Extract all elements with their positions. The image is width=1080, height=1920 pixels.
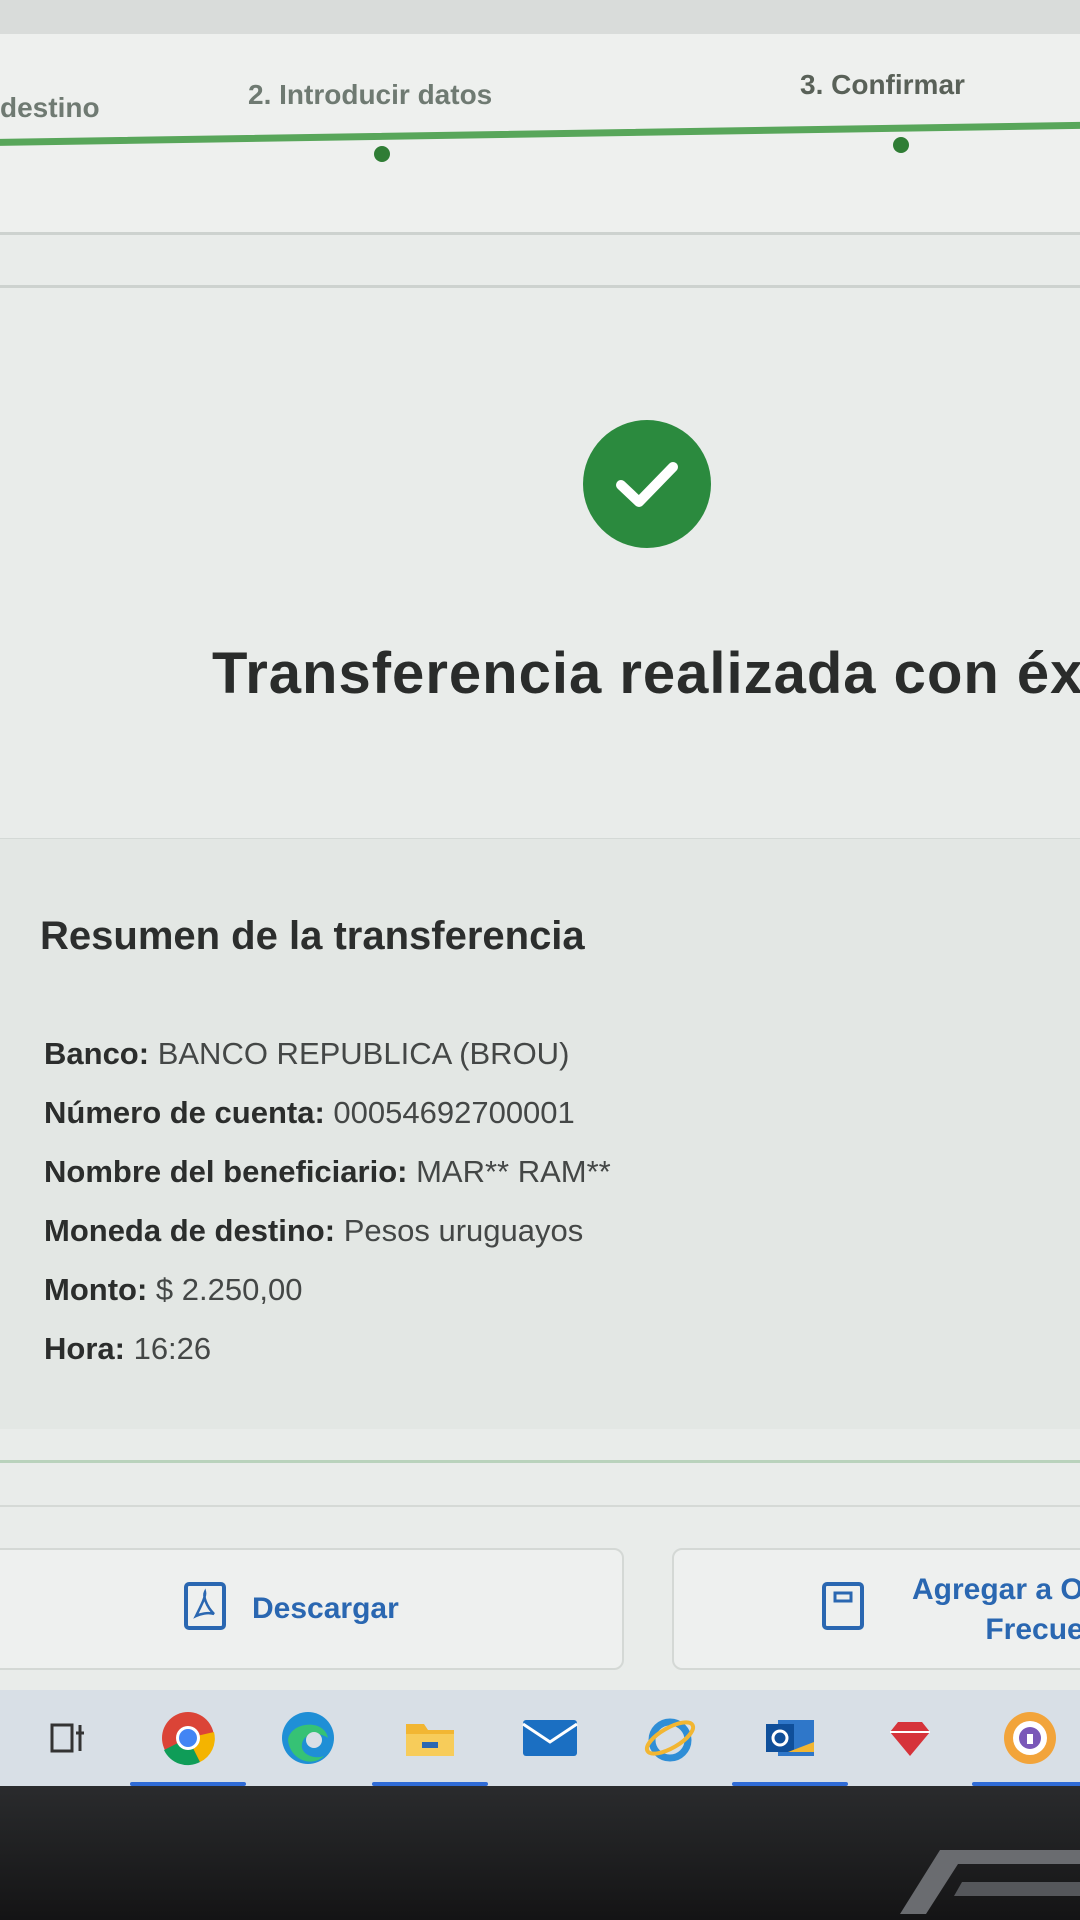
- step-2-dot: [374, 146, 390, 162]
- browser-viewport: destino 2. Introducir datos 3. Confirmar…: [0, 0, 1080, 1690]
- summary-value: MAR** RAM**: [416, 1154, 611, 1189]
- top-strip: [0, 0, 1080, 34]
- summary-title: Resumen de la transferencia: [40, 914, 585, 958]
- file-explorer-icon[interactable]: [372, 1708, 488, 1786]
- divider: [0, 1505, 1080, 1507]
- brand-logo: [900, 1850, 1080, 1914]
- pdf-download-icon: [184, 1582, 226, 1630]
- summary-value: 16:26: [133, 1331, 212, 1366]
- divider: [0, 1460, 1080, 1463]
- summary-row-account-number: Número de cuenta: 00054692700001: [44, 1083, 611, 1142]
- summary-key: Monto:: [44, 1272, 148, 1307]
- stepper-progress-track: [0, 121, 1080, 146]
- task-view-icon[interactable]: [42, 1708, 102, 1768]
- summary-row-currency: Moneda de destino: Pesos uruguayos: [44, 1201, 611, 1260]
- internet-explorer-icon[interactable]: [640, 1708, 700, 1768]
- download-button[interactable]: Descargar: [0, 1548, 624, 1670]
- summary-value: Pesos uruguayos: [343, 1213, 584, 1248]
- summary-key: Nombre del beneficiario:: [44, 1154, 408, 1189]
- step-3-dot: [893, 137, 909, 153]
- step-3-label: 3. Confirmar: [800, 69, 965, 100]
- summary-value: $ 2.250,00: [155, 1272, 303, 1307]
- mail-icon[interactable]: [520, 1708, 580, 1768]
- add-to-frequent-button[interactable]: Agregar a O Frecue: [672, 1548, 1080, 1670]
- add-to-frequent-label: Agregar a O Frecue: [912, 1570, 1080, 1650]
- gem-icon[interactable]: [880, 1708, 940, 1768]
- chrome-icon[interactable]: [130, 1708, 246, 1786]
- step-1-label: destino: [0, 92, 100, 123]
- add-to-frequent-label-line1: Agregar a O: [912, 1573, 1080, 1606]
- success-title: Transferencia realizada con éxito: [212, 641, 1080, 706]
- transfer-summary-card: Resumen de la transferencia Banco: BANCO…: [0, 838, 1080, 1429]
- summary-row-amount: Monto: $ 2.250,00: [44, 1260, 611, 1319]
- summary-list: Banco: BANCO REPUBLICA (BROU) Número de …: [44, 1024, 611, 1378]
- summary-key: Banco:: [44, 1036, 150, 1071]
- summary-row-beneficiary: Nombre del beneficiario: MAR** RAM**: [44, 1142, 611, 1201]
- check-icon: [583, 420, 711, 548]
- divider: [0, 232, 1080, 235]
- summary-key: Número de cuenta:: [44, 1095, 325, 1130]
- summary-row-bank: Banco: BANCO REPUBLICA (BROU): [44, 1024, 611, 1083]
- edge-icon[interactable]: [278, 1708, 338, 1768]
- summary-key: Hora:: [44, 1331, 125, 1366]
- save-contact-icon: [822, 1582, 864, 1630]
- summary-value: BANCO REPUBLICA (BROU): [157, 1036, 570, 1071]
- summary-row-time: Hora: 16:26: [44, 1319, 611, 1378]
- transfer-stepper: destino 2. Introducir datos 3. Confirmar: [0, 34, 1080, 234]
- monitor-bezel: [0, 1786, 1080, 1920]
- add-to-frequent-label-line2: Frecue: [985, 1613, 1080, 1646]
- step-2-label: 2. Introducir datos: [248, 79, 493, 110]
- vpn-icon[interactable]: [972, 1708, 1080, 1786]
- windows-taskbar: [0, 1690, 1080, 1786]
- outlook-icon[interactable]: [732, 1708, 848, 1786]
- summary-value: 00054692700001: [333, 1095, 575, 1130]
- divider: [0, 285, 1080, 288]
- download-button-label: Descargar: [252, 1592, 399, 1625]
- summary-key: Moneda de destino:: [44, 1213, 336, 1248]
